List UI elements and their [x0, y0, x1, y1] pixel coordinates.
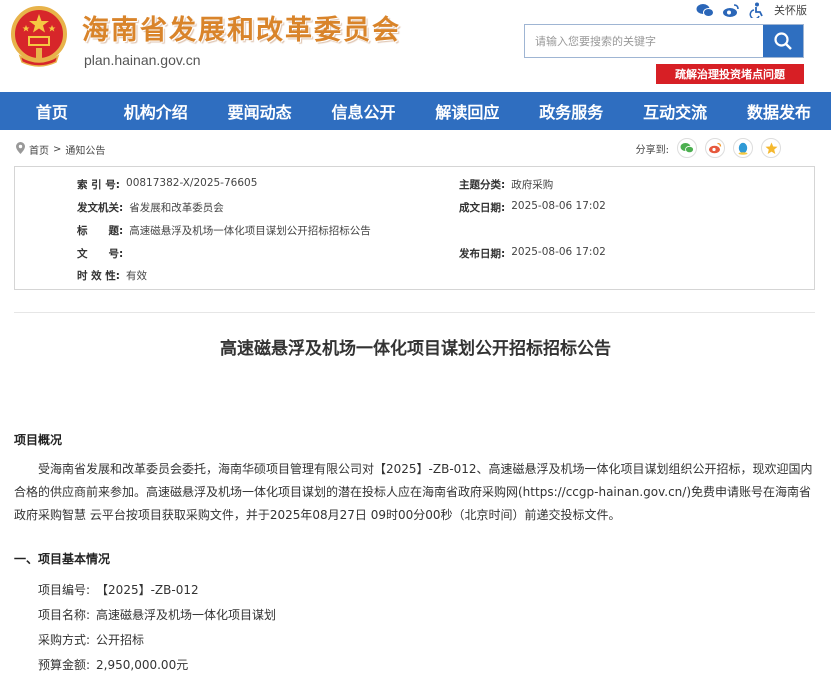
nav-item-interaction[interactable]: 互动交流 [623, 92, 727, 130]
meta-category-key: 主题分类: [459, 179, 506, 191]
overview-paragraph: 受海南省发展和改革委员会委托，海南华硕项目管理有限公司对【2025】-ZB-01… [14, 462, 813, 522]
top-tools: 关怀版 [696, 2, 807, 18]
main-nav: 首页 机构介绍 要闻动态 信息公开 解读回应 政务服务 互动交流 数据发布 [0, 92, 831, 130]
basic-info-heading: 一、项目基本情况 [14, 552, 111, 566]
field-value: 【2025】-ZB-012 [96, 583, 199, 597]
meta-published-key: 发布日期: [459, 248, 506, 260]
document-meta-box: 索 引 号: 00817382-X/2025-76605 主题分类: 政府采购 … [14, 166, 815, 290]
share-qzone-button[interactable] [761, 138, 781, 158]
meta-published: 发布日期: 2025-08-06 17:02 [459, 246, 606, 261]
meta-validity: 时 效 性: 有效 [77, 268, 147, 283]
meta-docno: 文 号: [77, 246, 129, 261]
breadcrumb-home-link[interactable]: 首页 [29, 142, 49, 157]
field-key: 项目编号: [38, 583, 91, 597]
breadcrumb: 首页 > 通知公告 [16, 142, 105, 157]
breadcrumb-bar: 首页 > 通知公告 分享到: [0, 138, 831, 160]
field-key: 采购方式: [38, 633, 91, 647]
investment-issue-link[interactable]: 疏解治理投资堵点问题 [656, 64, 804, 84]
meta-validity-value: 有效 [126, 270, 148, 282]
accessibility-icon[interactable] [748, 2, 766, 18]
nav-item-home[interactable]: 首页 [0, 92, 104, 130]
breadcrumb-current-link[interactable]: 通知公告 [65, 142, 105, 157]
meta-title-value: 高速磁悬浮及机场一体化项目谋划公开招标招标公告 [129, 225, 371, 237]
nav-item-data[interactable]: 数据发布 [727, 92, 831, 130]
meta-published-value: 2025-08-06 17:02 [511, 246, 606, 258]
meta-created-value: 2025-08-06 17:02 [511, 200, 606, 212]
overview-heading: 项目概况 [14, 433, 63, 447]
nav-item-news[interactable]: 要闻动态 [208, 92, 312, 130]
search-button[interactable] [763, 25, 803, 57]
qq-icon [738, 142, 748, 155]
wechat-icon [680, 143, 694, 154]
share-qq-button[interactable] [733, 138, 753, 158]
meta-index-key: 索 引 号: [77, 179, 121, 191]
share-bar: 分享到: [636, 138, 781, 158]
field-project-name: 项目名称: 高速磁悬浮及机场一体化项目谋划 [38, 606, 276, 623]
weibo-icon [709, 142, 722, 154]
share-label: 分享到: [635, 144, 669, 156]
field-project-number: 项目编号: 【2025】-ZB-012 [38, 581, 199, 598]
meta-category-value: 政府采购 [511, 179, 554, 191]
meta-issuer-key: 发文机关: [77, 202, 124, 214]
field-key: 预算金额: [38, 658, 91, 672]
share-wechat-button[interactable] [677, 138, 697, 158]
site-title: 海南省发展和改革委员会 [82, 15, 401, 46]
search-box [524, 24, 804, 58]
nav-item-interpretation[interactable]: 解读回应 [416, 92, 520, 130]
meta-validity-key: 时 效 性: [77, 270, 121, 282]
search-icon [774, 32, 792, 50]
meta-index: 索 引 号: 00817382-X/2025-76605 [77, 177, 257, 192]
meta-created: 成文日期: 2025-08-06 17:02 [459, 200, 606, 215]
location-pin-icon [16, 142, 25, 157]
nav-item-about[interactable]: 机构介绍 [104, 92, 208, 130]
meta-category: 主题分类: 政府采购 [459, 177, 553, 192]
article-title: 高速磁悬浮及机场一体化项目谋划公开招标招标公告 [220, 339, 611, 359]
field-value: 2,950,000.00元 [96, 658, 189, 672]
wechat-icon[interactable] [696, 2, 714, 18]
star-icon [765, 142, 777, 154]
field-key: 项目名称: [38, 608, 91, 622]
care-mode-link[interactable]: 关怀版 [774, 2, 807, 18]
meta-index-value: 00817382-X/2025-76605 [126, 177, 258, 189]
breadcrumb-separator: > [53, 144, 62, 155]
meta-created-key: 成文日期: [459, 202, 506, 214]
nav-item-disclosure[interactable]: 信息公开 [312, 92, 416, 130]
field-procurement-method: 采购方式: 公开招标 [38, 631, 144, 648]
field-value: 高速磁悬浮及机场一体化项目谋划 [96, 608, 277, 622]
site-header: 海南省发展和改革委员会 plan.hainan.gov.cn 关怀版 疏解治理投… [0, 0, 831, 92]
meta-docno-key: 文 号: [77, 248, 124, 260]
meta-issuer-value: 省发展和改革委员会 [129, 202, 224, 214]
meta-title: 标 题: 高速磁悬浮及机场一体化项目谋划公开招标招标公告 [77, 223, 371, 238]
search-input[interactable] [525, 25, 765, 57]
site-url: plan.hainan.gov.cn [84, 52, 201, 68]
field-budget: 预算金额: 2,950,000.00元 [38, 656, 188, 673]
national-emblem-icon [6, 4, 72, 70]
share-weibo-button[interactable] [705, 138, 725, 158]
meta-issuer: 发文机关: 省发展和改革委员会 [77, 200, 224, 215]
nav-item-services[interactable]: 政务服务 [519, 92, 623, 130]
weibo-icon[interactable] [722, 2, 740, 18]
field-value: 公开招标 [96, 633, 145, 647]
meta-title-key: 标 题: [77, 225, 124, 237]
content-divider [14, 312, 815, 313]
